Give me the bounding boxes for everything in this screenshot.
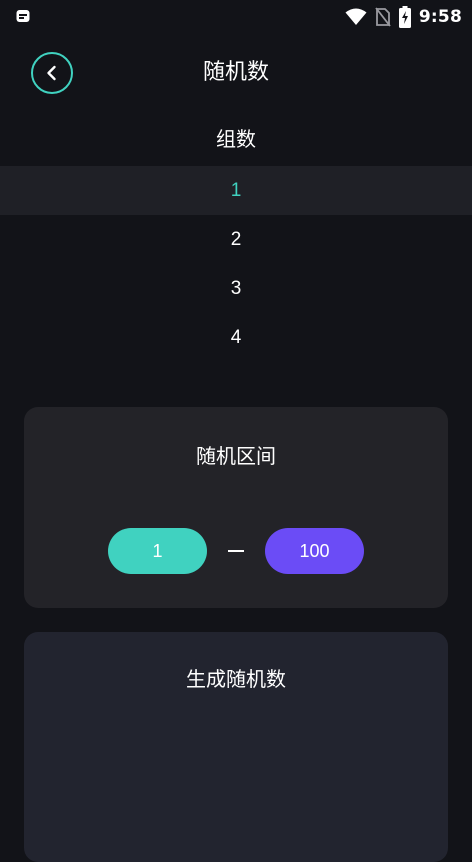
range-max-input[interactable] [265, 528, 364, 574]
page-title: 随机数 [202, 60, 269, 85]
generate-random-title: 生成随机数 [186, 667, 286, 691]
random-range-title: 随机区间 [196, 444, 276, 468]
wifi-icon [345, 8, 367, 25]
picker-option-3[interactable]: 3 [0, 264, 472, 313]
range-min-input[interactable] [108, 528, 207, 574]
no-sim-icon [375, 7, 391, 27]
generate-random-button[interactable]: 生成随机数 [24, 632, 448, 862]
picker-option-1[interactable]: 1 [0, 166, 472, 215]
range-separator [228, 550, 244, 552]
picker-option-4[interactable]: 4 [0, 313, 472, 362]
status-bar: 9:58 [0, 0, 472, 34]
picker-option-2[interactable]: 2 [0, 215, 472, 264]
header: 随机数 [0, 48, 472, 100]
group-count-label: 组数 [216, 127, 256, 151]
group-count-picker[interactable]: 1 2 3 4 [0, 166, 472, 362]
random-range-card: 随机区间 [24, 407, 448, 608]
status-time: 9:58 [418, 7, 462, 27]
battery-charging-icon [398, 6, 411, 28]
status-icons: 9:58 [345, 5, 462, 29]
app-notification-icon [16, 10, 30, 22]
